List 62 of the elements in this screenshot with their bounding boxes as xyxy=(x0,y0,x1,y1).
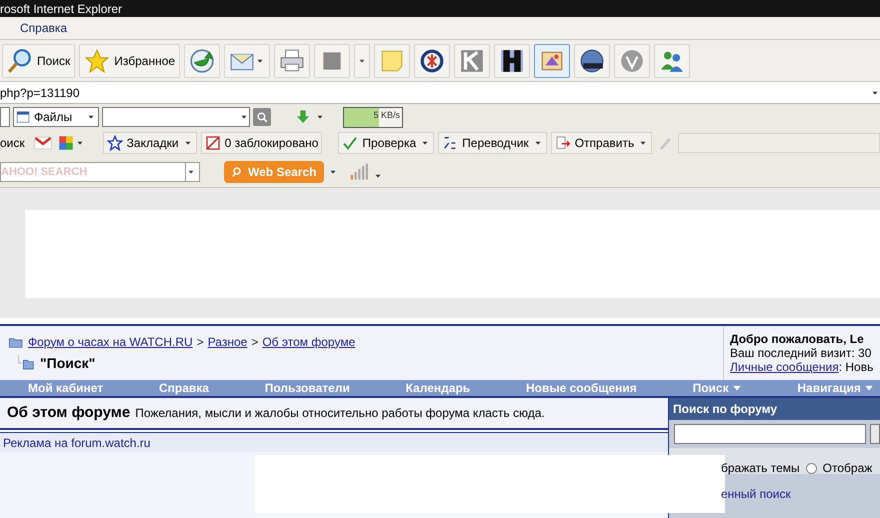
window-icon xyxy=(16,110,30,124)
breadcrumb-separator: > xyxy=(196,334,204,350)
sticky-note-icon xyxy=(379,48,406,74)
radio-label: Отображ xyxy=(822,460,872,477)
send-button[interactable]: Отправить xyxy=(550,132,652,154)
breadcrumb-link[interactable]: Форум о часах на WATCH.RU xyxy=(28,332,193,350)
favorites-button[interactable]: Избранное xyxy=(79,44,180,78)
messages-link[interactable]: Личные сообщения xyxy=(730,360,839,374)
page-arrow-icon xyxy=(554,135,571,151)
popup-blocker-button[interactable]: 0 заблокировано xyxy=(200,132,322,154)
breadcrumb-link[interactable]: Об этом форуме xyxy=(262,332,356,350)
translate-icon xyxy=(442,135,458,151)
forum-title: Об этом форуме xyxy=(7,402,130,423)
files-dropdown[interactable]: Файлы xyxy=(13,107,99,127)
address-field[interactable]: php?p=131190 xyxy=(0,82,870,103)
breadcrumb-link[interactable]: Разное xyxy=(208,332,248,350)
breadcrumb-separator: > xyxy=(251,334,258,350)
globe-icon xyxy=(579,48,606,74)
toolbar-button[interactable] xyxy=(414,44,450,78)
folder-icon xyxy=(16,355,36,371)
forum-description: Пожелания, мысли и жалобы относительно работы форума класть сюда. xyxy=(135,405,545,422)
spellcheck-button[interactable]: Проверка xyxy=(338,132,434,154)
window-title: rosoft Internet Explorer xyxy=(0,2,122,14)
search-button[interactable] xyxy=(870,424,880,444)
caret-icon xyxy=(732,383,742,393)
down-arrow-icon xyxy=(295,109,311,125)
checkmark-icon xyxy=(342,135,358,151)
k-logo-icon xyxy=(459,48,486,74)
radio-label: бражать темы xyxy=(721,460,800,477)
messages-text: : Новь xyxy=(838,360,874,374)
puzzle-button[interactable] xyxy=(56,134,85,152)
advanced-search-link[interactable]: енный поиск xyxy=(721,485,872,503)
combo-field[interactable] xyxy=(102,107,250,127)
v-circle-icon xyxy=(619,48,646,74)
translator-button[interactable]: Переводчик xyxy=(438,132,547,154)
bookmarks-button[interactable]: Закладки xyxy=(102,132,197,154)
last-visit-text: Ваш последний визит: 30 xyxy=(730,346,872,360)
blocked-icon xyxy=(204,135,221,151)
search-field[interactable] xyxy=(674,424,866,444)
panel-title: Поиск по форуму xyxy=(669,398,880,420)
input-field[interactable] xyxy=(0,107,10,127)
menu-item[interactable]: Справка xyxy=(20,19,68,37)
blocks-icon xyxy=(56,134,75,152)
star-icon xyxy=(84,48,110,74)
clock-icon xyxy=(189,48,216,74)
search-button[interactable] xyxy=(253,108,271,126)
search-button[interactable]: Поиск xyxy=(2,44,76,78)
ad-label: Реклама на forum.watch.ru xyxy=(3,434,150,452)
toolbar-button[interactable] xyxy=(574,44,610,78)
printer-icon xyxy=(279,48,306,74)
h-logo-icon xyxy=(499,48,526,74)
caret-icon xyxy=(864,383,874,393)
search-icon xyxy=(256,110,268,124)
toolbar-button[interactable] xyxy=(494,44,530,78)
speed-reading: 5 KB/s xyxy=(373,108,400,122)
welcome-text: Добро пожаловать, Le xyxy=(730,332,865,346)
search-icon xyxy=(7,48,33,74)
page-title: "Поиск" xyxy=(40,354,96,372)
search-field[interactable]: AHOO! SEARCH xyxy=(0,162,186,182)
search-link[interactable]: оиск xyxy=(0,132,29,154)
dropdown-button[interactable] xyxy=(870,82,880,103)
star-icon xyxy=(106,135,123,151)
